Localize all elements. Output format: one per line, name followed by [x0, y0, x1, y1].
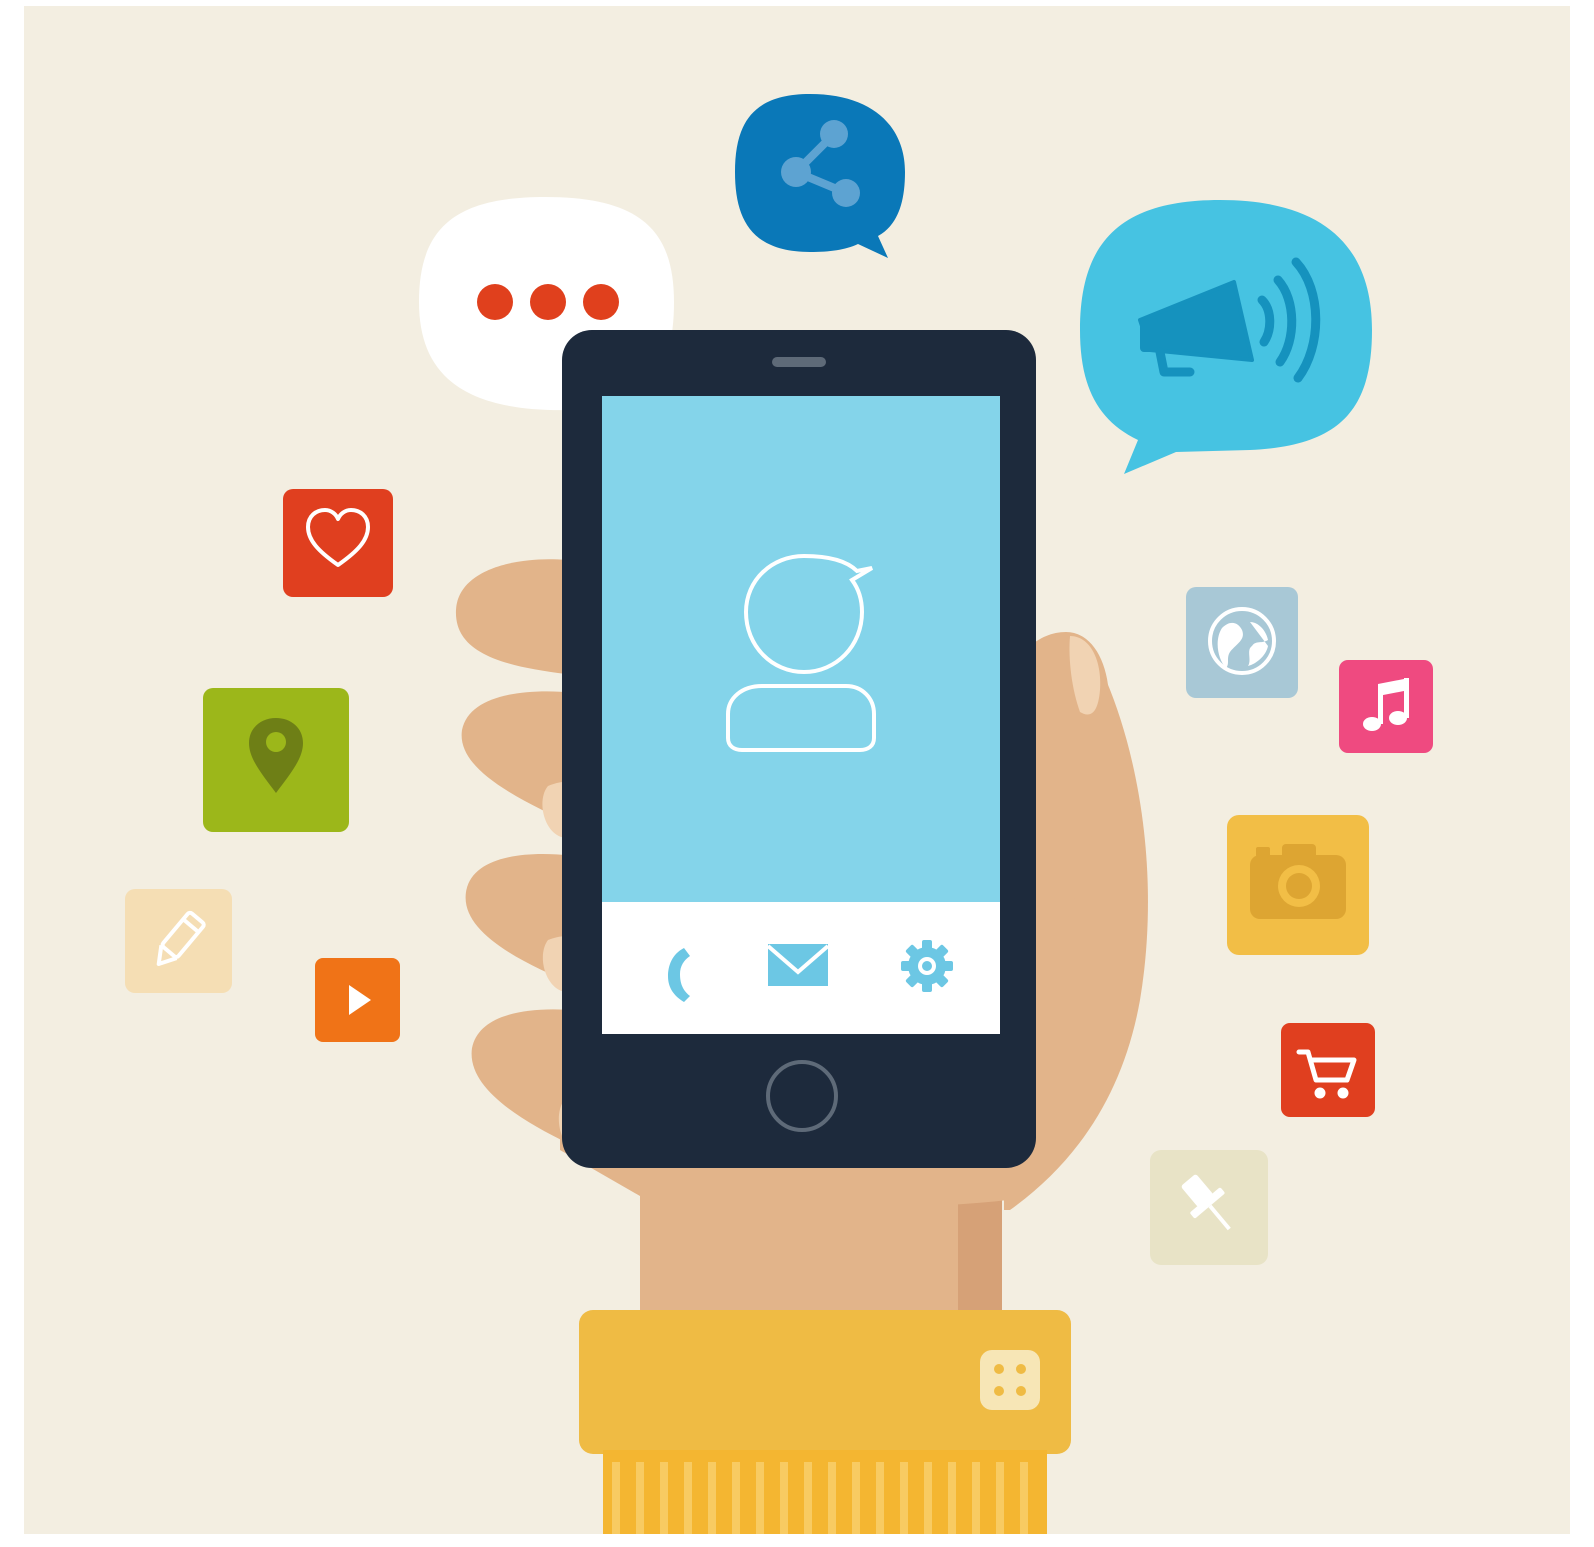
sleeve-stripe — [1020, 1462, 1028, 1534]
heart-app-tile[interactable] — [283, 489, 393, 597]
sleeve-stripe — [732, 1462, 740, 1534]
cufflink-button[interactable] — [980, 1350, 1040, 1410]
sleeve-stripe — [804, 1462, 812, 1534]
sleeve — [579, 1310, 1071, 1534]
illustration-canvas — [0, 0, 1594, 1547]
illustration — [0, 0, 1594, 1547]
phone-screen[interactable] — [602, 396, 1000, 902]
play-app-tile[interactable] — [315, 958, 400, 1042]
location-app-tile[interactable] — [203, 688, 349, 832]
camera-app-tile[interactable] — [1227, 815, 1369, 955]
sleeve-stripe — [924, 1462, 932, 1534]
sleeve-stripe — [660, 1462, 668, 1534]
sleeve-stripe — [708, 1462, 716, 1534]
sleeve-stripe — [852, 1462, 860, 1534]
sleeve-stripe — [996, 1462, 1004, 1534]
sleeve-stripe — [636, 1462, 644, 1534]
sleeve-stripe — [780, 1462, 788, 1534]
globe-app-tile[interactable] — [1186, 587, 1298, 698]
ellipsis-icon — [477, 284, 619, 320]
sleeve-stripe — [612, 1462, 620, 1534]
cart-app-tile[interactable] — [1281, 1023, 1375, 1117]
sleeve-stripe — [876, 1462, 884, 1534]
mail-icon[interactable] — [766, 944, 830, 986]
sleeve-stripe — [828, 1462, 836, 1534]
sleeve-stripe — [972, 1462, 980, 1534]
sleeve-stripe — [684, 1462, 692, 1534]
gear-icon[interactable] — [901, 940, 953, 992]
speaker-grille — [772, 357, 826, 367]
music-app-tile[interactable] — [1339, 660, 1433, 753]
sleeve-stripe — [756, 1462, 764, 1534]
share-bubble[interactable] — [735, 94, 905, 258]
pencil-app-tile[interactable] — [125, 889, 232, 993]
pushpin-app-tile[interactable] — [1150, 1150, 1268, 1265]
sleeve-stripe — [948, 1462, 956, 1534]
sleeve-stripe — [900, 1462, 908, 1534]
smartphone — [562, 330, 1036, 1168]
